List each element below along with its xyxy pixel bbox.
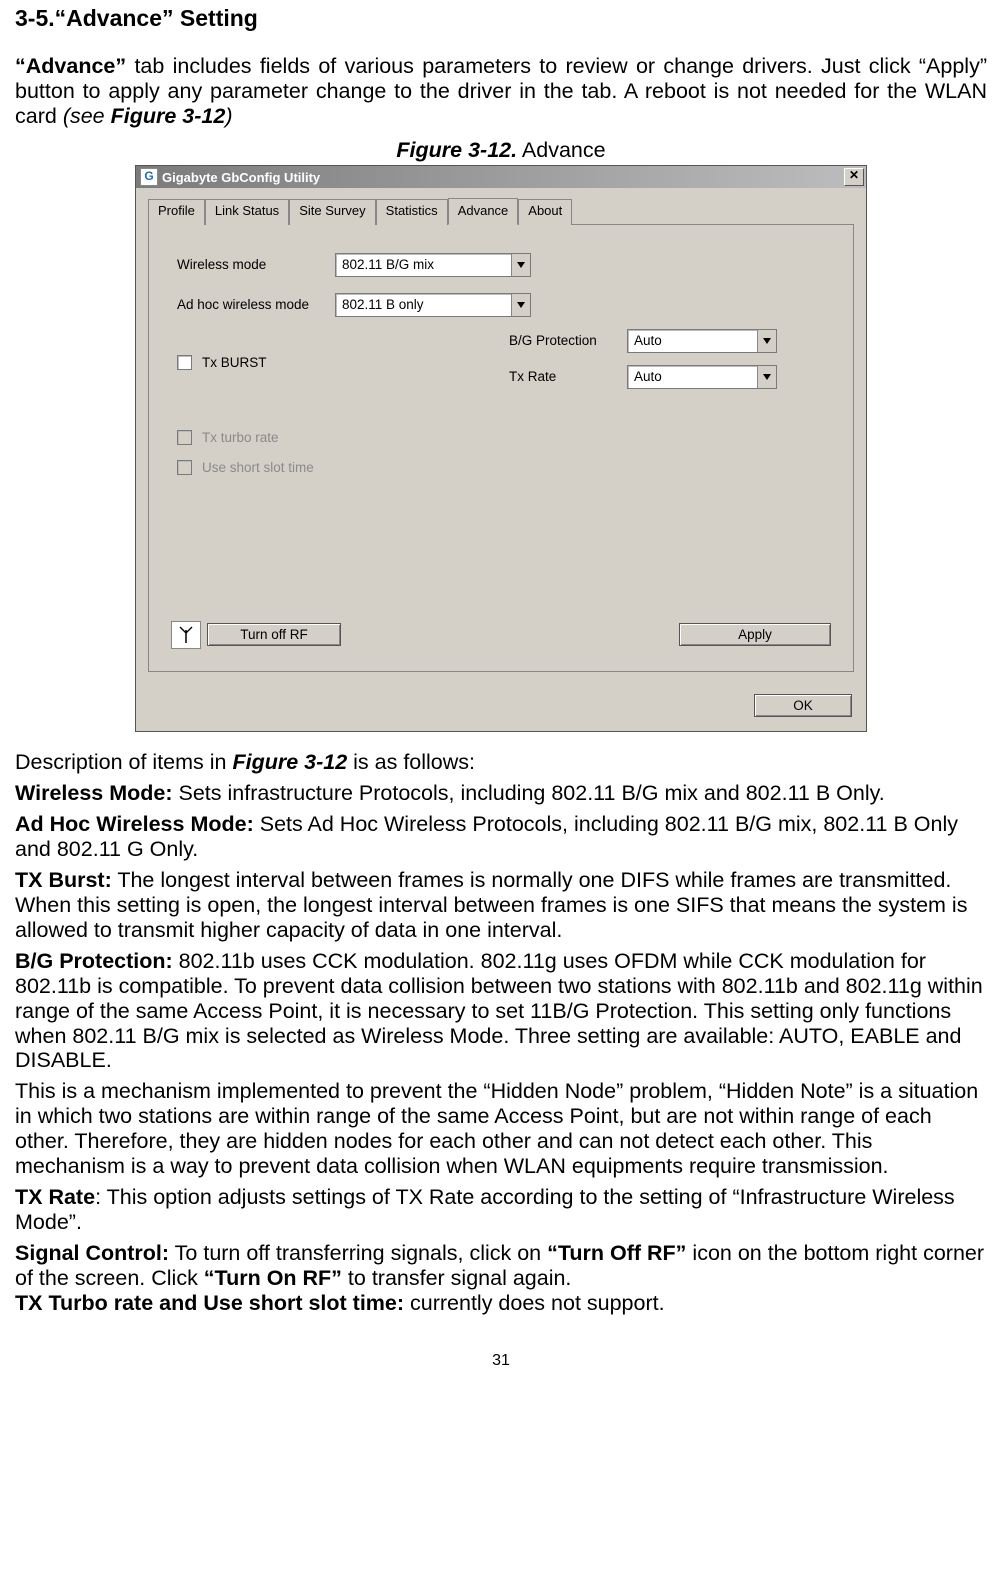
intro-paragraph: “Advance” tab includes fields of various… [15,54,987,129]
chevron-down-icon [757,366,776,388]
checkbox-short-slot [177,460,192,475]
item-signal: Signal Control: To turn off transferring… [15,1241,987,1291]
item-body: This is a mechanism implemented to preve… [15,1079,978,1178]
checkbox-tx-turbo [177,430,192,445]
titlebar: G Gigabyte GbConfig Utility ✕ [136,166,866,188]
item-title: Wireless Mode: [15,781,173,805]
window-title: Gigabyte GbConfig Utility [162,170,844,185]
tab-statistics[interactable]: Statistics [376,199,448,224]
tab-panel-advance: Wireless mode 802.11 B/G mix Ad hoc wire… [148,225,854,672]
page-number: 31 [15,1352,987,1371]
chevron-down-icon [511,254,530,276]
item-body: : This option adjusts settings of TX Rat… [15,1185,955,1234]
chevron-down-icon [511,294,530,316]
rf-antenna-icon [171,621,201,649]
combo-wireless-mode-value: 802.11 B/G mix [336,257,511,273]
item-wireless-mode: Wireless Mode: Sets infrastructure Proto… [15,781,987,806]
section-heading: 3-5.“Advance” Setting [15,5,987,32]
combo-bg-protection[interactable]: Auto [627,329,777,353]
turn-off-rf-button[interactable]: Turn off RF [207,623,341,647]
item-bgprot: B/G Protection: 802.11b uses CCK modulat… [15,949,987,1074]
item-txburst: TX Burst: The longest interval between f… [15,868,987,943]
item-title: TX Burst: [15,868,112,892]
tab-link-status[interactable]: Link Status [205,199,289,224]
combo-bg-protection-value: Auto [628,333,757,349]
checkbox-tx-burst[interactable] [177,355,192,370]
combo-adhoc-mode[interactable]: 802.11 B only [335,293,531,317]
item-txrate: TX Rate: This option adjusts settings of… [15,1185,987,1235]
label-bg-protection: B/G Protection [509,333,627,349]
label-tx-rate: Tx Rate [509,369,627,385]
item-txturbo: TX Turbo rate and Use short slot time: c… [15,1291,987,1316]
utility-window: G Gigabyte GbConfig Utility ✕ Profile Li… [135,165,867,732]
desc-intro: Description of items in Figure 3-12 is a… [15,750,987,775]
combo-tx-rate-value: Auto [628,369,757,385]
label-wireless-mode: Wireless mode [177,257,335,273]
tab-site-survey[interactable]: Site Survey [289,199,375,224]
item-title: TX Turbo rate and Use short slot time: [15,1291,404,1315]
desc-intro-pre: Description of items in [15,750,232,774]
intro-see: (see [63,104,111,128]
combo-tx-rate[interactable]: Auto [627,365,777,389]
intro-lead: “Advance” [15,54,126,78]
ok-button[interactable]: OK [754,694,852,718]
item-body: currently does not support. [404,1291,665,1315]
tab-bar: Profile Link Status Site Survey Statisti… [148,198,854,224]
label-tx-burst: Tx BURST [202,355,267,371]
item-title: Ad Hoc Wireless Mode: [15,812,254,836]
turn-on-rf-quote: “Turn On RF” [204,1266,342,1290]
turn-off-rf-quote: “Turn Off RF” [547,1241,686,1265]
close-button[interactable]: ✕ [844,168,864,186]
chevron-down-icon [757,330,776,352]
figure-title: Advance [517,138,605,162]
combo-adhoc-mode-value: 802.11 B only [336,297,511,313]
label-tx-turbo: Tx turbo rate [202,430,279,446]
item-adhoc: Ad Hoc Wireless Mode: Sets Ad Hoc Wirele… [15,812,987,862]
intro-figref: Figure 3-12 [111,104,226,128]
item-title: Signal Control: [15,1241,169,1265]
figure-caption: Figure 3-12. Advance [15,138,987,163]
desc-intro-ref: Figure 3-12 [232,750,347,774]
item-title: B/G Protection: [15,949,173,973]
figure-num: Figure 3-12. [396,138,517,162]
tab-advance[interactable]: Advance [448,198,519,224]
desc-intro-post: is as follows: [347,750,475,774]
label-adhoc-mode: Ad hoc wireless mode [177,297,335,313]
item-body: The longest interval between frames is n… [15,868,967,942]
app-icon: G [140,168,158,186]
label-short-slot: Use short slot time [202,460,314,476]
item-hidden-node: This is a mechanism implemented to preve… [15,1079,987,1179]
tab-profile[interactable]: Profile [148,199,205,224]
intro-close: ) [225,104,232,128]
item-body: To turn off transferring signals, click … [169,1241,547,1265]
tab-about[interactable]: About [518,199,572,224]
apply-button[interactable]: Apply [679,623,831,647]
item-body: Sets infrastructure Protocols, including… [173,781,885,805]
combo-wireless-mode[interactable]: 802.11 B/G mix [335,253,531,277]
item-body: to transfer signal again. [342,1266,571,1290]
item-title: TX Rate [15,1185,95,1209]
